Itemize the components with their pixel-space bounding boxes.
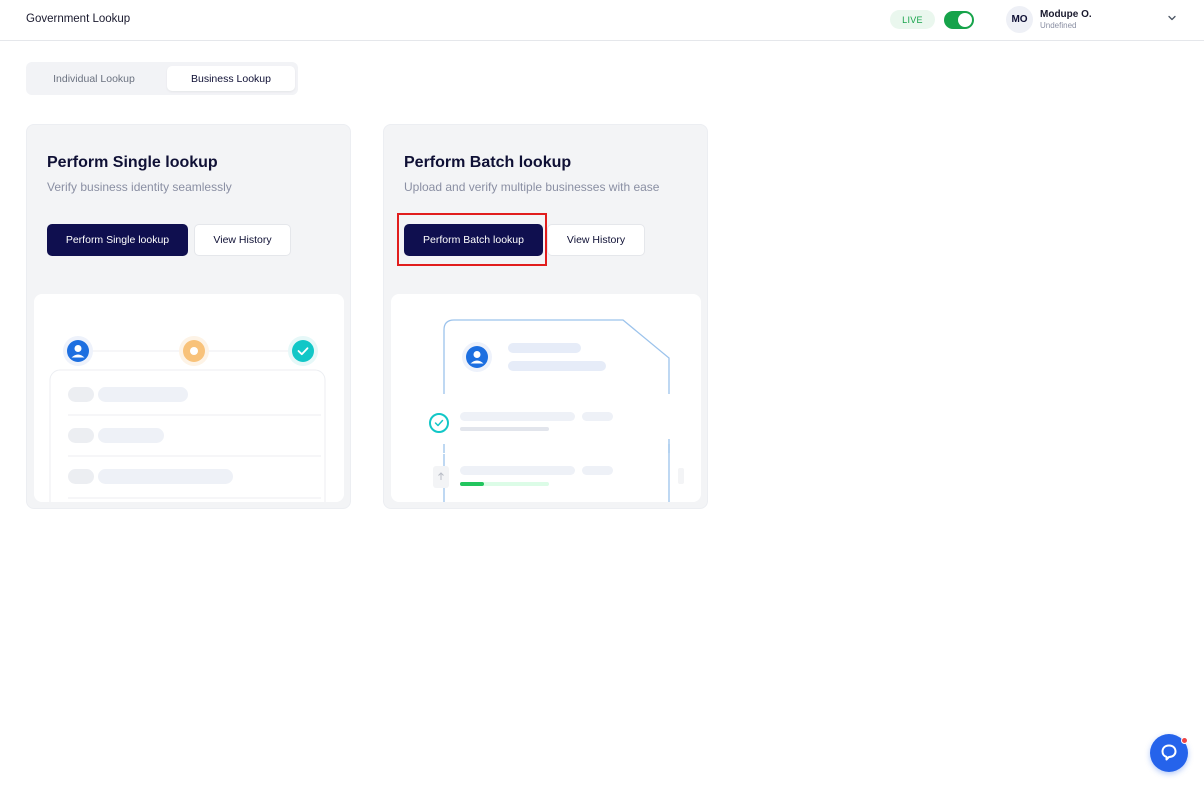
help-icon bbox=[1161, 744, 1177, 761]
top-bar: Government Lookup LIVE MO Modupe O. Unde… bbox=[0, 0, 1204, 41]
tab-individual-lookup[interactable]: Individual Lookup bbox=[30, 66, 158, 91]
single-lookup-card: Perform Single lookup Verify business id… bbox=[26, 124, 351, 509]
card-subtitle: Verify business identity seamlessly bbox=[47, 180, 232, 194]
card-title: Perform Batch lookup bbox=[404, 154, 572, 171]
card-subtitle: Upload and verify multiple businesses wi… bbox=[404, 180, 660, 194]
user-subtitle: Undefined bbox=[1040, 21, 1077, 30]
avatar[interactable]: MO bbox=[1006, 6, 1033, 33]
check-icon bbox=[427, 411, 451, 435]
live-badge: LIVE bbox=[890, 10, 935, 29]
batch-lookup-card: Perform Batch lookup Upload and verify m… bbox=[383, 124, 708, 509]
view-history-button[interactable]: View History bbox=[547, 224, 645, 256]
single-lookup-illustration bbox=[34, 294, 344, 502]
page-title: Government Lookup bbox=[26, 13, 131, 25]
notification-dot bbox=[1181, 737, 1188, 744]
upload-icon bbox=[433, 466, 449, 488]
lookup-tabs: Individual Lookup Business Lookup bbox=[26, 62, 298, 95]
user-icon bbox=[462, 342, 492, 372]
batch-lookup-illustration bbox=[391, 294, 701, 502]
user-icon bbox=[63, 336, 93, 366]
perform-batch-lookup-button[interactable]: Perform Batch lookup bbox=[404, 224, 543, 256]
card-title: Perform Single lookup bbox=[47, 154, 218, 171]
view-history-button[interactable]: View History bbox=[194, 224, 291, 256]
user-name: Modupe O. bbox=[1040, 9, 1092, 20]
batch-lookup-graphic bbox=[427, 319, 684, 502]
check-icon bbox=[288, 336, 318, 366]
chevron-down-icon[interactable] bbox=[1166, 12, 1178, 24]
perform-single-lookup-button[interactable]: Perform Single lookup bbox=[47, 224, 188, 256]
tab-business-lookup[interactable]: Business Lookup bbox=[167, 66, 295, 91]
toggle-knob bbox=[958, 13, 972, 27]
single-lookup-graphic bbox=[49, 336, 326, 502]
live-mode-toggle[interactable] bbox=[944, 11, 974, 29]
